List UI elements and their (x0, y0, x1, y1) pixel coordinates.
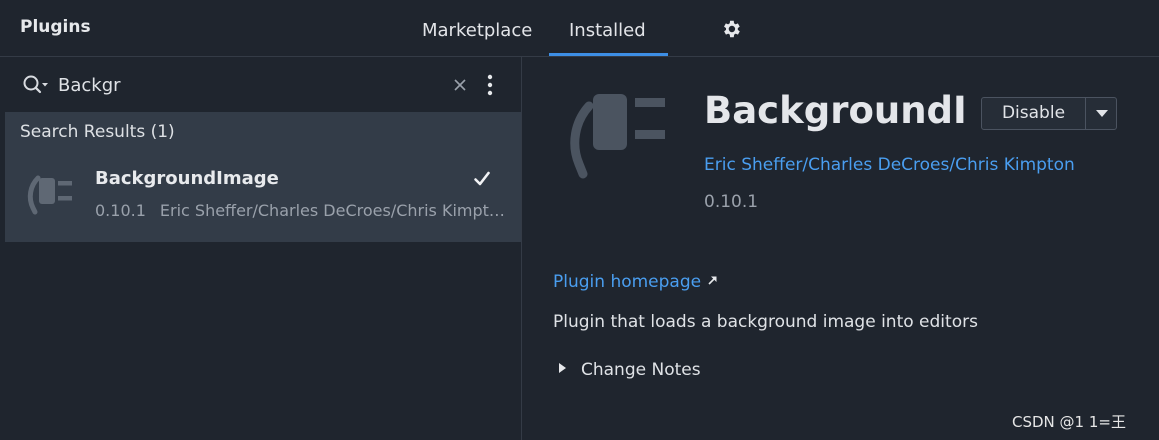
plugins-window: Plugins Marketplace Installed Search Res… (0, 0, 1159, 440)
plugins-header: Plugins Marketplace Installed (0, 0, 1159, 57)
tab-marketplace[interactable]: Marketplace (422, 20, 532, 41)
disable-dropdown-toggle[interactable] (1086, 98, 1116, 129)
kebab-menu-icon[interactable] (484, 73, 496, 97)
active-tab-indicator (549, 53, 668, 56)
close-icon[interactable] (452, 77, 468, 93)
watermark: CSDN @1 1=王 (1012, 413, 1126, 431)
page-title: Plugins (20, 17, 91, 37)
change-notes-toggle[interactable]: Change Notes (558, 360, 701, 380)
plugin-plug-icon (27, 175, 72, 215)
disable-button[interactable]: Disable (981, 97, 1117, 130)
plugin-title: BackgroundImage (704, 89, 964, 132)
search-icon[interactable] (22, 74, 50, 96)
plugin-version: 0.10.1 (95, 201, 146, 220)
chevron-down-icon (1096, 110, 1108, 117)
plugin-authors: Eric Sheffer/Charles DeCroes/Chris Kimpt… (159, 201, 507, 220)
plugin-description: Plugin that loads a background image int… (553, 312, 978, 332)
plugin-name: BackgroundImage (95, 168, 279, 189)
plugin-plug-icon (570, 94, 665, 179)
list-item[interactable]: BackgroundImage 0.10.1 Eric Sheffer/Charl… (5, 154, 521, 242)
plugin-homepage-link[interactable]: Plugin homepage (553, 272, 718, 292)
homepage-link-label[interactable]: Plugin homepage (553, 272, 701, 292)
enabled-checkbox[interactable] (473, 170, 491, 188)
plugin-detail-panel: BackgroundImage Disable Eric Sheffer/Cha… (523, 57, 1159, 440)
plugin-version: 0.10.1 (704, 192, 759, 212)
gear-icon[interactable] (720, 18, 742, 40)
external-link-icon (708, 276, 717, 285)
plugin-meta: 0.10.1 Eric Sheffer/Charles DeCroes/Chris… (95, 201, 507, 220)
vendor-link[interactable]: Eric Sheffer/Charles DeCroes/Chris Kimpt… (704, 155, 1075, 175)
change-notes-label[interactable]: Change Notes (581, 360, 701, 380)
results-header: Search Results (1) (20, 122, 175, 142)
plugin-list-panel: Search Results (1) BackgroundImage 0.10.… (0, 57, 522, 440)
tab-installed[interactable]: Installed (569, 20, 646, 41)
search-results: Search Results (1) BackgroundImage 0.10.… (5, 112, 521, 242)
search-input[interactable] (58, 70, 438, 100)
disable-button-label[interactable]: Disable (982, 98, 1086, 129)
expand-triangle-icon (559, 363, 566, 373)
